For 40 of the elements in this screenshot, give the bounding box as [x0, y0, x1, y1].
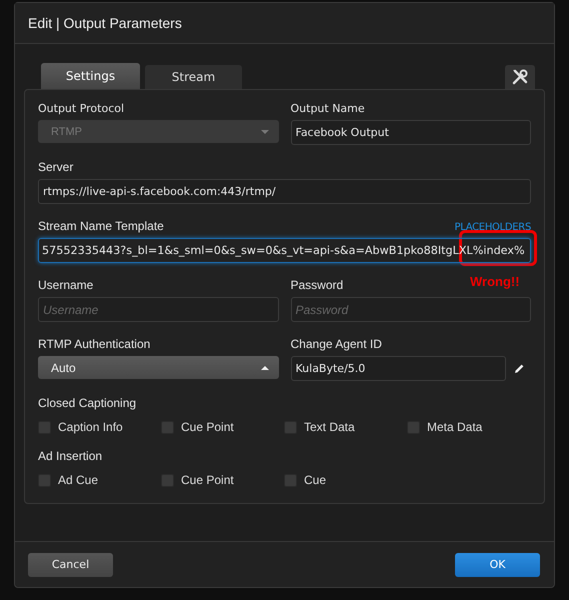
field-label: Username — [38, 278, 94, 292]
field-label: Change Agent ID — [290, 337, 382, 351]
checkbox-label: Text Data — [304, 420, 355, 434]
cancel-button[interactable]: Cancel — [28, 552, 113, 576]
checkbox[interactable] — [284, 474, 297, 486]
input-field[interactable]: KulaByte/5.0 — [290, 356, 506, 381]
checkbox-label: Cue Point — [181, 473, 234, 487]
placeholders-link[interactable]: PLACEHOLDERS — [454, 222, 531, 233]
checkbox-label: Cue — [304, 473, 326, 487]
caret-icon — [260, 130, 268, 134]
checkbox[interactable] — [284, 420, 297, 434]
checkbox[interactable] — [407, 420, 420, 434]
input-field[interactable]: rtmps://live-api-s.facebook.com:443/rtmp/ — [38, 179, 531, 204]
annotation-text: Wrong!! — [470, 274, 520, 289]
field-label: Stream Name Template — [38, 219, 164, 233]
checkbox-label: Ad Cue — [58, 473, 98, 487]
checkbox[interactable] — [38, 474, 51, 486]
tools-icon — [511, 68, 529, 86]
caret-icon — [260, 366, 268, 370]
checkbox-label: Meta Data — [427, 420, 482, 434]
tab[interactable]: Settings — [41, 63, 140, 89]
ok-button[interactable]: OK — [455, 552, 540, 576]
section-label: Ad Insertion — [38, 449, 104, 463]
field-label: Output Name — [290, 102, 365, 115]
field-label: RTMP Authentication — [38, 337, 150, 351]
checkbox-label: Cue Point — [181, 420, 234, 434]
input-field[interactable]: Facebook Output — [290, 120, 531, 145]
field-label: Password — [290, 278, 344, 292]
field-label: Output Protocol — [38, 102, 124, 115]
checkbox[interactable] — [38, 420, 51, 434]
checkbox-label: Caption Info — [58, 420, 123, 434]
checkbox[interactable] — [161, 420, 174, 434]
tools-button[interactable] — [505, 65, 535, 89]
section-label: Closed Captioning — [38, 396, 138, 410]
tab[interactable]: Stream — [145, 65, 242, 89]
checkbox[interactable] — [161, 474, 174, 486]
field-label: Server — [38, 160, 74, 174]
pencil-icon[interactable] — [514, 363, 525, 374]
dropdown[interactable]: Auto — [38, 356, 278, 379]
dialog-title: Edit | Output Parameters — [28, 15, 182, 31]
